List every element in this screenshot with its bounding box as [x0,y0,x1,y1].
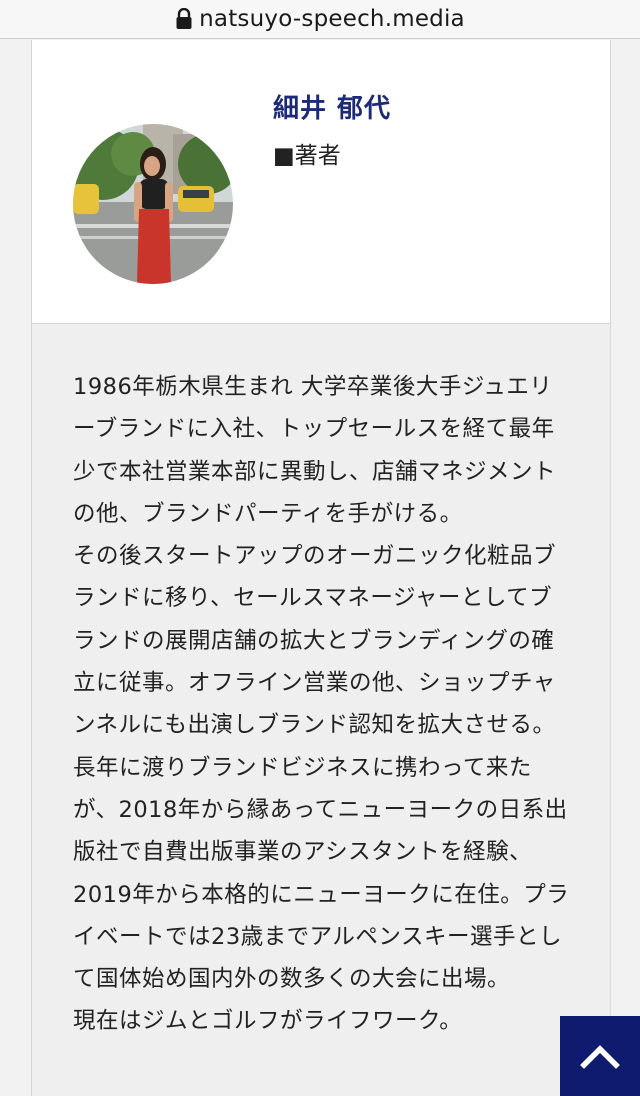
author-card: 細井 郁代 ■著者 1986年栃木県生まれ 大学卒業後大手ジュエリーブランドに入… [31,40,611,1096]
author-bio: 1986年栃木県生まれ 大学卒業後大手ジュエリーブランドに入社、トップセールスを… [73,366,573,1043]
author-avatar [73,124,233,284]
author-name: 細井 郁代 [273,94,392,124]
browser-address-bar[interactable]: natsuyo-speech.media [0,0,640,39]
author-role-label: ■著者 [273,143,341,169]
bio-paragraph: 現在はジムとゴルフがライフワーク。 [73,1008,463,1035]
bio-paragraph: 1986年栃木県生まれ 大学卒業後大手ジュエリーブランドに入社、トップセールスを… [73,374,557,527]
chevron-up-icon [580,1045,620,1069]
scroll-to-top-button[interactable] [560,1016,640,1096]
lock-icon [175,7,193,30]
bio-paragraph: その後スタートアップのオーガニック化粧品ブランドに移り、セールスマネージャーとし… [73,543,570,993]
author-photo [73,124,233,284]
author-profile: 細井 郁代 ■著者 [32,40,610,324]
url-text: natsuyo-speech.media [199,6,465,32]
